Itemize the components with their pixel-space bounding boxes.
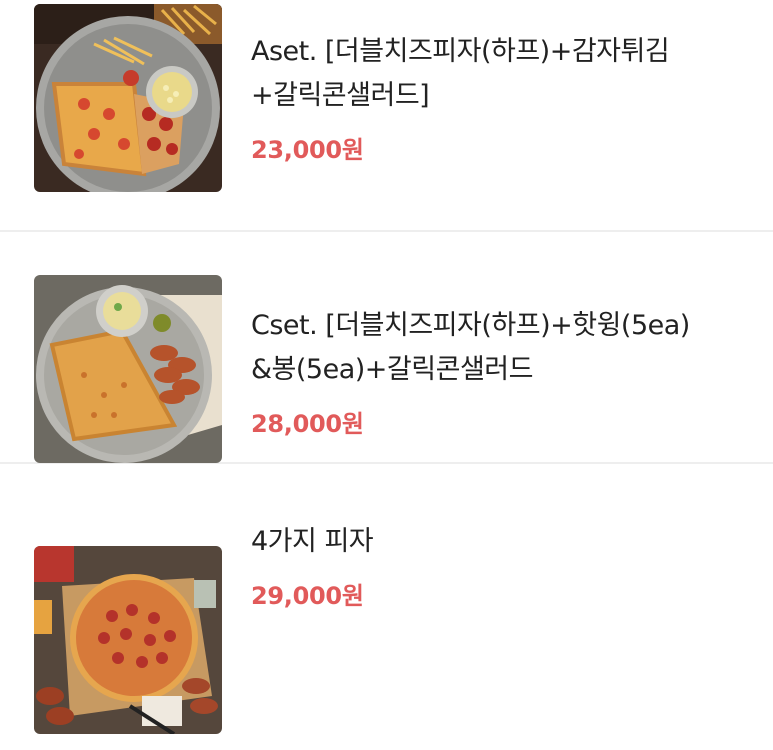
menu-item-name: Aset. [더블치즈피자(하프)+감자튀김 +갈릭콘샐러드]: [251, 36, 670, 111]
menu-item-name: 4가지 피자: [251, 526, 374, 557]
menu-item-name: Cset. [더블치즈피자(하프)+핫윙(5ea) &봉(5ea)+갈릭콘샐러드: [251, 310, 690, 385]
menu-item-photo[interactable]: [34, 546, 222, 734]
menu-item-four-pizza[interactable]: 4가지 피자 29,000원: [0, 464, 773, 734]
menu-item-info: Cset. [더블치즈피자(하프)+핫윙(5ea) &봉(5ea)+갈릭콘샐러드…: [251, 304, 753, 439]
menu-item-info: Aset. [더블치즈피자(하프)+감자튀김 +갈릭콘샐러드] 23,000원: [251, 30, 753, 165]
menu-item-photo[interactable]: [34, 275, 222, 463]
menu-item-photo[interactable]: [34, 4, 222, 192]
menu-item-price: 29,000원: [251, 582, 364, 610]
menu-list: Aset. [더블치즈피자(하프)+감자튀김 +갈릭콘샐러드] 23,000원: [0, 0, 773, 734]
menu-item-aset[interactable]: Aset. [더블치즈피자(하프)+감자튀김 +갈릭콘샐러드] 23,000원: [0, 0, 773, 232]
menu-item-price: 23,000원: [251, 136, 364, 164]
menu-item-cset[interactable]: Cset. [더블치즈피자(하프)+핫윙(5ea) &봉(5ea)+갈릭콘샐러드…: [0, 232, 773, 464]
menu-item-info: 4가지 피자 29,000원: [251, 520, 753, 611]
menu-item-price: 28,000원: [251, 410, 364, 438]
